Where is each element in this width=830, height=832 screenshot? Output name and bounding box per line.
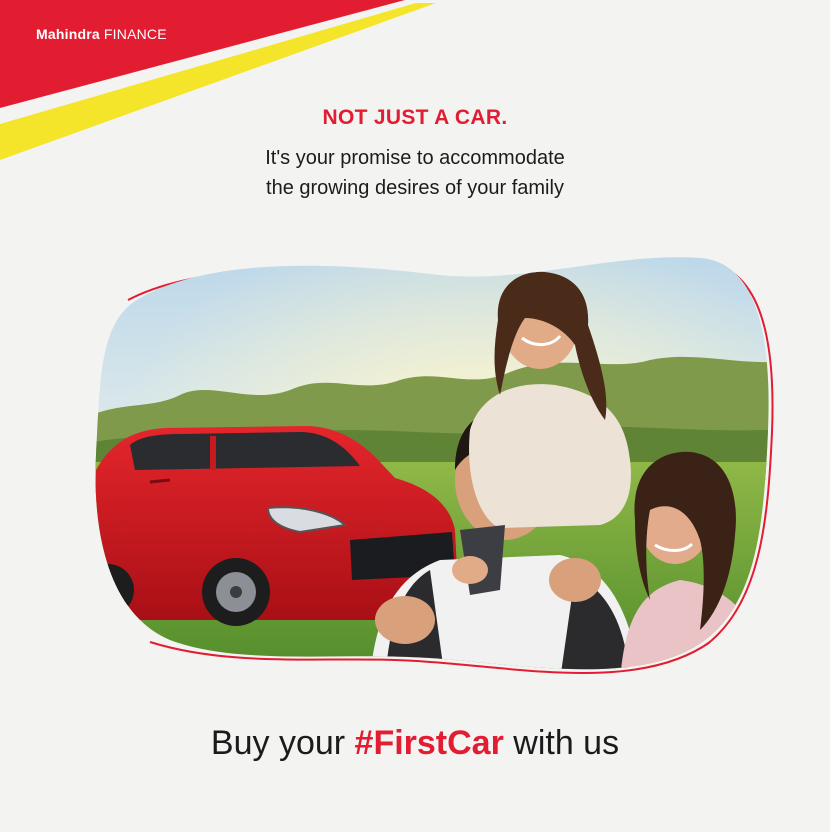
tagline-suffix: with us — [503, 724, 620, 762]
tagline-prefix: Buy your — [210, 724, 355, 762]
car-family-photo — [95, 257, 774, 674]
ad-banner: Mahindra FINANCE NOT JUST A CAR. It's yo… — [0, 0, 830, 832]
tagline-hashtag: #FirstCar — [354, 724, 504, 762]
tagline: Buy your #FirstCar with us — [0, 724, 830, 763]
